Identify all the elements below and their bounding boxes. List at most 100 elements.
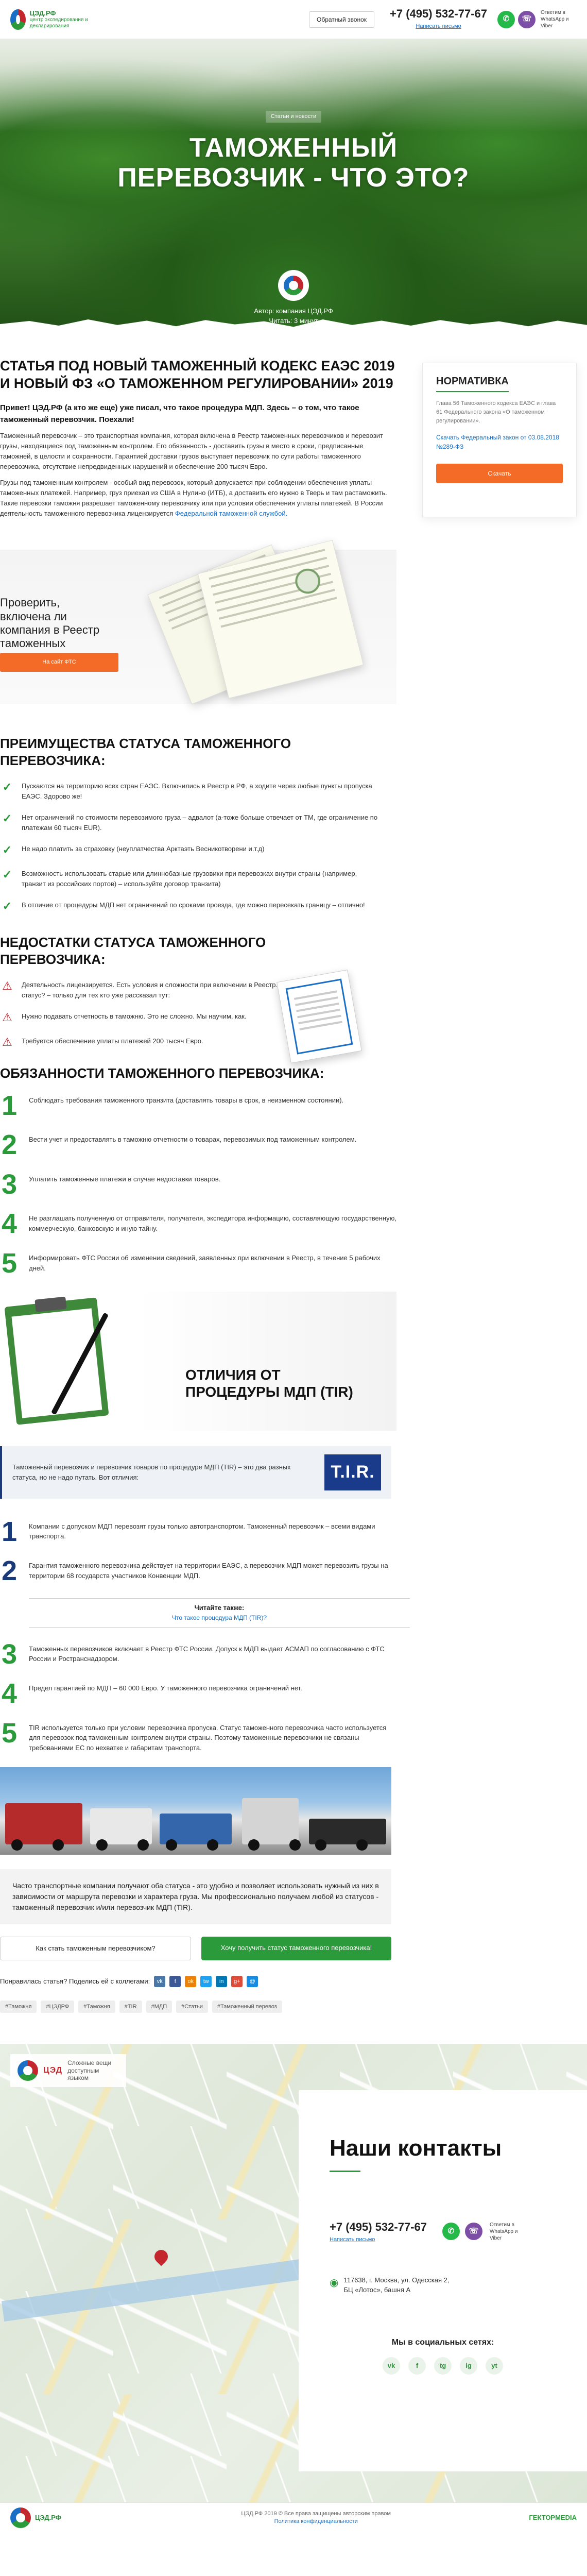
warning-icon: ⚠ <box>2 1036 12 1049</box>
certificate-illustration <box>277 970 362 1064</box>
phone-number[interactable]: +7 (495) 532-77-67 <box>330 2221 427 2233</box>
numbered-item: 3 Уплатить таможенные платежи в случае не… <box>1 1168 221 1200</box>
write-email-link[interactable]: Написать письмо <box>416 23 461 29</box>
mail-share-icon[interactable]: @ <box>247 1975 258 1987</box>
list-item: ✓ Нет ограничений по стоимости перевозимо… <box>0 811 396 833</box>
read-also-block: Читайте также: Что такое процедура МДП (… <box>29 1598 410 1628</box>
sidebar-regulations: НОРМАТИВКА Глава 56 Таможенного кодекса … <box>422 363 577 517</box>
contacts-logo: ЦЭД Сложные вещи доступным языком <box>10 2054 127 2087</box>
tag[interactable]: #TIR <box>119 2000 142 2013</box>
sidebar-text: Глава 56 Таможенного кодекса ЕАЭС и глав… <box>436 400 556 425</box>
breadcrumb[interactable]: Статьи и новости <box>265 111 322 123</box>
numbered-item: 2 Вести учет и предоставлять в таможню от… <box>1 1129 357 1161</box>
viber-icon[interactable]: ☏ <box>464 2223 482 2241</box>
intro-lead: Привет! ЦЭД.РФ (а кто же еще) уже писал,… <box>0 403 359 424</box>
whatsapp-icon[interactable]: ✆ <box>442 2223 460 2241</box>
site-header: ЦЭД.РФ центр экспедирования и деклариров… <box>0 0 587 39</box>
header-phone: +7 (495) 532-77-67 Написать письмо <box>390 7 487 31</box>
list-item: ✓ Возможность использовать старые или дли… <box>0 868 396 889</box>
download-button[interactable]: Скачать <box>436 464 563 484</box>
facebook-share-icon[interactable]: f <box>169 1975 181 1987</box>
viber-icon[interactable]: ☏ <box>518 10 536 28</box>
author-avatar-icon <box>278 269 309 301</box>
privacy-policy-link[interactable]: Политика конфиденциальности <box>274 2518 358 2524</box>
tir-banner: ОТЛИЧИЯ ОТ ПРОЦЕДУРЫ МДП (TIR) <box>0 1291 396 1431</box>
how-to-become-button[interactable]: Как стать таможенным перевозчиком? <box>0 1937 191 1960</box>
tag[interactable]: #МДП <box>146 2000 172 2013</box>
write-email-link[interactable]: Написать письмо <box>330 2235 427 2244</box>
tir-intro-text: Таможенный перевозчик и перевозчик товар… <box>12 1463 291 1481</box>
telegram-icon[interactable]: tg <box>434 2357 452 2375</box>
list-item: ✓ Пускаются на территорию всех стран ЕАЭС… <box>0 780 396 801</box>
trucks-photo <box>0 1767 391 1855</box>
check-icon: ✓ <box>2 812 12 825</box>
disadvantages-section: НЕДОСТАТКИ СТАТУСА ТАМОЖЕННОГО ПЕРЕВОЗЧИ… <box>0 934 396 1064</box>
share-label: Понравилась статья? Поделись ей с коллег… <box>0 1977 150 1986</box>
intro-paragraph-2: Грузы под таможенным контролем - особый … <box>0 478 387 517</box>
tag[interactable]: #Статьи <box>176 2000 208 2013</box>
whatsapp-icon[interactable]: ✆ <box>497 10 515 28</box>
tir-intro-box: Таможенный перевозчик и перевозчик товар… <box>0 1446 391 1499</box>
tag[interactable]: #Таможенный перевоз <box>212 2000 282 2013</box>
download-law-link[interactable]: Скачать Федеральный закон от 03.08.2018 … <box>436 433 563 451</box>
contacts-title: Наши контакты <box>330 2136 502 2161</box>
title-line-2: ПЕРЕВОЗЧИК - ЧТО ЭТО? <box>117 162 470 193</box>
numbered-item: 2 Гарантия таможенного перевозчика действ… <box>1 1555 388 1587</box>
location-icon: ◉ <box>330 2277 339 2289</box>
numbered-item: 3 Таможенных перевозчиков включает в Реес… <box>1 1638 385 1670</box>
author-name: Автор: компания ЦЭД.РФ <box>254 307 333 315</box>
messengers-label: Ответим в WhatsApp и Viber <box>541 10 569 29</box>
hero-banner: Статьи и новости ТАМОЖЕННЫЙ ПЕРЕВОЗЧИК -… <box>0 39 587 338</box>
get-status-button[interactable]: Хочу получить статус таможенного перевоз… <box>201 1937 391 1960</box>
tag[interactable]: #Таможня <box>0 2000 37 2013</box>
intro-title: СТАТЬЯ ПОД НОВЫЙ ТАМОЖЕННЫЙ КОДЕКС ЕАЭС … <box>0 358 395 391</box>
google-share-icon[interactable]: g+ <box>231 1975 243 1987</box>
summary-note: Часто транспортные компании получают оба… <box>0 1869 391 1925</box>
fts-link[interactable]: Федеральной таможенной службой. <box>175 510 287 517</box>
cta-buttons: Как стать таможенным перевозчиком? Хочу … <box>0 1937 391 1960</box>
copyright: ЦЭД.РФ 2019 © Все права защищены авторск… <box>241 2510 391 2524</box>
numbered-item: 5 Информировать ФТС России об изменении с… <box>1 1248 381 1279</box>
check-icon: ✓ <box>2 900 12 913</box>
site-footer: ЦЭД.РФ ЦЭД.РФ 2019 © Все права защищены … <box>0 2502 587 2532</box>
youtube-icon[interactable]: yt <box>486 2357 503 2375</box>
warning-icon: ⚠ <box>2 979 12 993</box>
messengers: ✆ ☏ Ответим в WhatsApp и Viber <box>497 9 577 29</box>
contacts-card: Наши контакты +7 (495) 532-77-67 Написат… <box>299 2090 587 2472</box>
check-icon: ✓ <box>2 781 12 794</box>
contacts-phone: +7 (495) 532-77-67 Написать письмо ✆ ☏ О… <box>330 2218 556 2244</box>
footer-logo[interactable]: ЦЭД.РФ <box>10 2507 103 2528</box>
tag[interactable]: #ЦЭДРФ <box>41 2000 75 2013</box>
numbered-item: 4 Предел гарантией по МДП – 60 000 Евро. … <box>1 1678 302 1709</box>
twitter-share-icon[interactable]: tw <box>200 1975 212 1987</box>
clipboard-illustration <box>0 1297 129 1426</box>
developer-logo[interactable]: ГЕКТОРMEDIA <box>529 2513 577 2523</box>
callback-button[interactable]: Обратный звонок <box>308 11 375 28</box>
list-item: ✓ В отличие от процедуры МДП нет ограниче… <box>0 899 396 913</box>
numbered-item: 1 Компании с допуском МДП перевозят грузы… <box>1 1516 375 1547</box>
vk-share-icon[interactable]: vk <box>154 1975 166 1987</box>
vk-icon[interactable]: vk <box>383 2357 400 2375</box>
sidebar-title: НОРМАТИВКА <box>436 374 509 392</box>
tags: #Таможня #ЦЭДРФ #Таможня #TIR #МДП #Стат… <box>0 2000 396 2013</box>
tag[interactable]: #Таможня <box>78 2000 115 2013</box>
phone-number[interactable]: +7 (495) 532-77-67 <box>390 7 487 20</box>
fts-site-button[interactable]: На сайт ФТС <box>0 653 118 672</box>
address: ◉ 117638, г. Москва, ул. Одесская 2, БЦ … <box>330 2275 556 2295</box>
messengers-label: Ответим в WhatsApp и Viber <box>489 2222 518 2241</box>
tir-differences: 1 Компании с допуском МДП перевозят грузы… <box>0 1516 410 1753</box>
ok-share-icon[interactable]: ok <box>185 1975 197 1987</box>
check-icon: ✓ <box>2 868 12 882</box>
read-also-link[interactable]: Что такое процедура МДП (TIR)? <box>172 1614 267 1621</box>
contacts-section: ЦЭД Сложные вещи доступным языком Наши к… <box>0 2044 587 2503</box>
obligations-title: ОБЯЗАННОСТИ ТАМОЖЕННОГО ПЕРЕВОЗЧИКА: <box>0 1065 324 1081</box>
logo-mark-icon <box>10 2507 31 2528</box>
linkedin-share-icon[interactable]: in <box>216 1975 228 1987</box>
intro-section: СТАТЬЯ ПОД НОВЫЙ ТАМОЖЕННЫЙ КОДЕКС ЕАЭС … <box>0 338 587 2013</box>
page-title: ТАМОЖЕННЫЙ ПЕРЕВОЗЧИК - ЧТО ЭТО? <box>0 133 587 193</box>
numbered-item: 5 TIR используется только при условии пер… <box>1 1717 387 1752</box>
facebook-icon[interactable]: f <box>408 2357 426 2375</box>
site-logo[interactable]: ЦЭД.РФ центр экспедирования и деклариров… <box>10 9 103 30</box>
instagram-icon[interactable]: ig <box>460 2357 477 2375</box>
list-item: ✓ Не надо платить за страховку (неуплатче… <box>0 843 396 857</box>
